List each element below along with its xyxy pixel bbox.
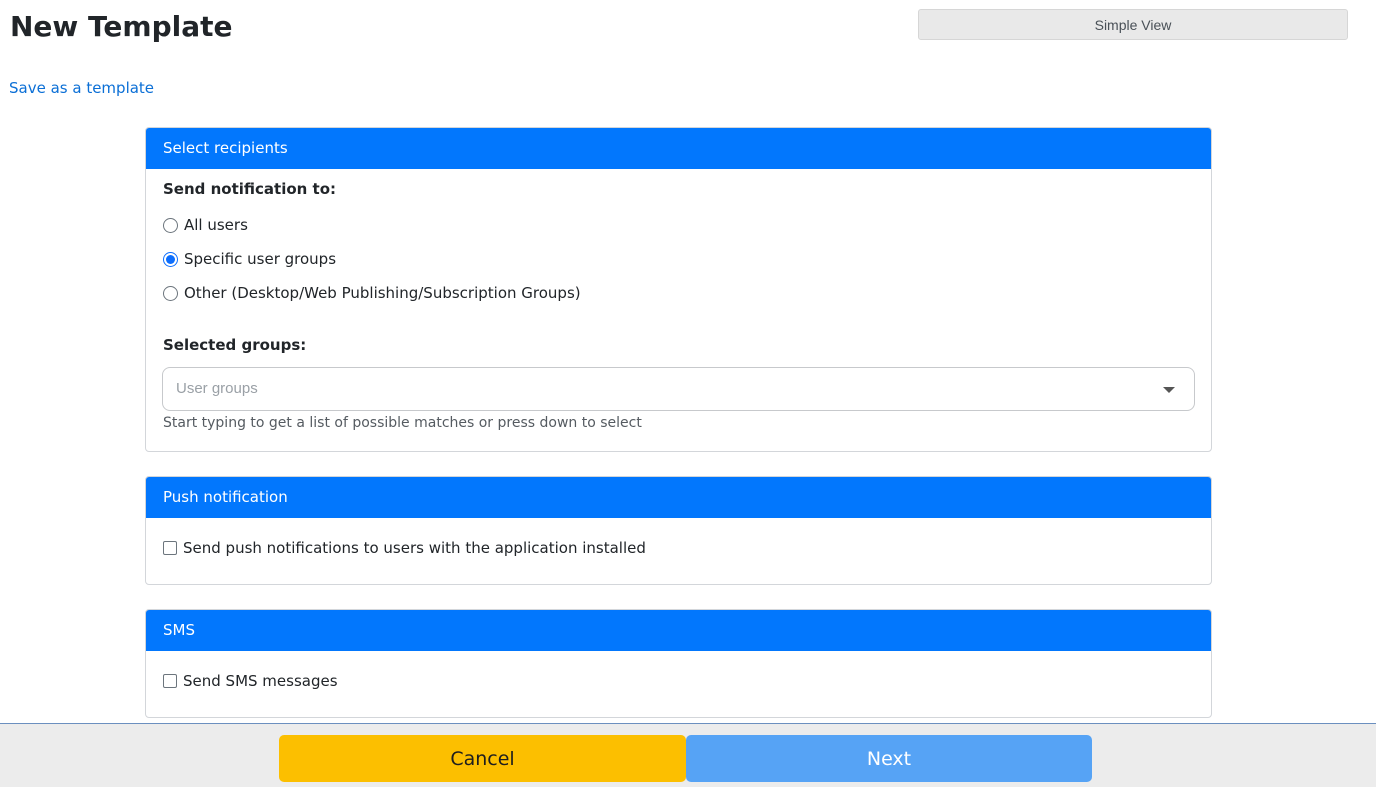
radio-button-selected[interactable] [163, 251, 178, 267]
radio-button[interactable] [163, 217, 178, 233]
radio-other-groups[interactable]: Other (Desktop/Web Publishing/Subscripti… [163, 284, 581, 302]
radio-label: Specific user groups [184, 250, 337, 268]
push-notification-card: Push notification Send push notification… [145, 476, 1212, 585]
sms-checkbox[interactable] [163, 674, 177, 688]
send-notification-to-label: Send notification to: [163, 180, 337, 198]
radio-specific-user-groups[interactable]: Specific user groups [163, 250, 336, 268]
save-as-template-link[interactable]: Save as a template [9, 78, 154, 98]
page-title: New Template [10, 10, 233, 43]
selected-groups-label: Selected groups: [163, 336, 307, 354]
recipients-card-header: Select recipients [146, 128, 1211, 169]
sms-checkbox-label: Send SMS messages [183, 672, 338, 690]
sms-card: SMS Send SMS messages [145, 609, 1212, 718]
groups-help-text: Start typing to get a list of possible m… [163, 415, 642, 431]
sms-checkbox-row[interactable]: Send SMS messages [163, 672, 338, 690]
push-notification-checkbox[interactable] [163, 541, 177, 555]
radio-label: All users [184, 216, 248, 234]
radio-label: Other (Desktop/Web Publishing/Subscripti… [184, 284, 581, 302]
radio-all-users[interactable]: All users [163, 216, 248, 234]
radio-button[interactable] [163, 285, 178, 301]
footer-bar: Cancel Next [0, 723, 1376, 787]
push-checkbox-label: Send push notifications to users with th… [183, 539, 646, 557]
sms-card-header: SMS [146, 610, 1211, 651]
cancel-button[interactable]: Cancel [279, 735, 686, 782]
push-notification-checkbox-row[interactable]: Send push notifications to users with th… [163, 539, 646, 557]
user-groups-placeholder: User groups [176, 380, 258, 397]
next-button[interactable]: Next [686, 735, 1092, 782]
simple-view-button[interactable]: Simple View [918, 9, 1348, 40]
user-groups-select[interactable]: User groups [162, 367, 1195, 411]
chevron-down-icon[interactable] [1163, 387, 1175, 393]
recipients-card: Select recipients Send notification to: … [145, 127, 1212, 452]
push-card-header: Push notification [146, 477, 1211, 518]
